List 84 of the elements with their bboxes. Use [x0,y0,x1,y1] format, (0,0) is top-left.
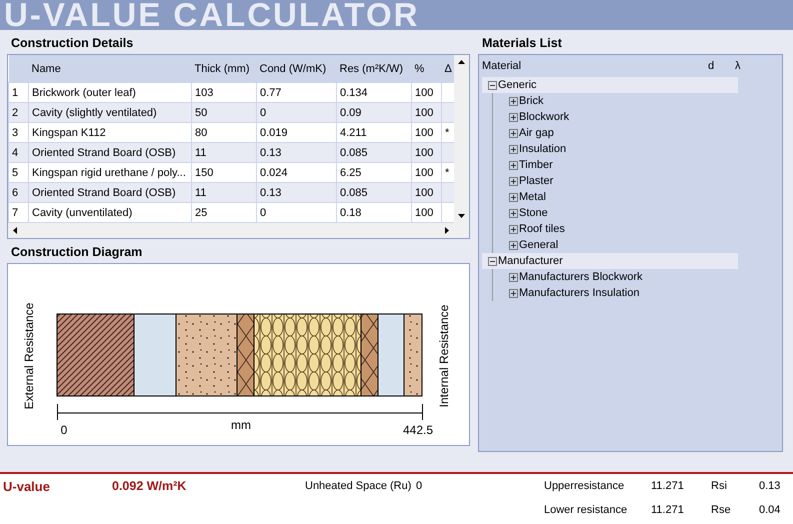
unheated-value: 0 [416,480,424,492]
section-heading: Materials List [481,35,563,52]
expand-icon[interactable] [509,96,518,106]
u-value-result: 0.092 W/m²K [112,479,188,493]
column-header[interactable]: Name [28,55,192,82]
surface-label: Rse [711,504,732,516]
expand-icon[interactable] [509,112,518,122]
tree-item[interactable]: Air gap [518,127,554,139]
expand-icon[interactable] [509,288,518,298]
column-header[interactable]: λ [732,60,782,72]
surface-label: Rsi [711,480,728,492]
arrow-right-icon[interactable] [443,227,450,234]
tree-item[interactable]: Manufacturers Blockwork [518,271,642,283]
app-title: U-VALUE CALCULATOR [3,0,420,30]
surface-value: 0.13 [759,480,780,492]
column-header[interactable]: Res (m²K/W) [336,55,412,82]
column-header[interactable]: d [705,60,732,72]
table-cell: 100 [412,142,442,162]
section-heading: Construction Details [10,35,134,52]
axis-unit: mm [231,418,251,432]
row-number: 2 [8,102,28,122]
surface-value: 0.04 [759,504,780,516]
tree-item[interactable]: Plaster [518,175,554,187]
axis-label: 442.5 [402,423,434,437]
row-number: 6 [8,182,28,202]
column-header[interactable]: Thick (mm) [192,55,256,82]
table-cell: 0.085 [336,182,412,202]
tree-item[interactable]: Roof tiles [518,223,565,235]
section-heading: Construction Diagram [10,244,144,261]
expand-icon[interactable] [509,208,518,218]
tree-item[interactable]: Insulation [518,143,566,155]
resistance-label: Lower resistance [544,504,628,516]
column-header[interactable]: Material [479,60,705,72]
tree-item[interactable]: Timber [518,159,553,171]
expand-icon[interactable] [509,272,518,282]
side-label: External Resistance [22,302,36,410]
table-cell: Cavity (slightly ventilated) [28,102,192,122]
expand-icon[interactable] [509,224,518,234]
expand-icon[interactable] [509,240,518,250]
tree-item[interactable]: Metal [518,191,546,203]
tree-item[interactable]: General [518,239,558,251]
table-cell: 11 [192,182,256,202]
arrow-left-icon[interactable] [12,227,19,234]
row-number: 4 [8,142,28,162]
expand-icon[interactable] [509,128,518,138]
table-cell: Oriented Strand Board (OSB) [28,182,192,202]
column-header[interactable]: Cond (W/mK) [256,55,336,82]
unheated-label: Unheated Space (Ru) [305,480,412,492]
table-cell: Brickwork (outer leaf) [28,82,192,102]
resistance-label: Upperresistance [544,480,626,492]
table-cell: Oriented Strand Board (OSB) [28,142,192,162]
tree-item[interactable]: Manufacturers Insulation [518,287,640,299]
u-value-label: U-value [2,478,51,494]
resistance-value: 11.271 [651,480,685,492]
tree-item[interactable]: Stone [518,207,548,219]
table-cell: 50 [192,102,256,122]
table-cell: 0.085 [336,142,412,162]
side-label: Internal Resistance [437,304,451,408]
table-cell: 0.09 [336,102,412,122]
table-cell: 11 [192,142,256,162]
table-cell: 0.13 [256,142,336,162]
expand-icon[interactable] [509,144,518,154]
tree-item[interactable]: Blockwork [518,111,570,123]
table-cell: 0.13 [256,182,336,202]
tree-item[interactable]: Generic [497,79,537,91]
expand-icon[interactable] [509,160,518,170]
collapse-icon[interactable] [488,80,497,90]
tree-item[interactable]: Brick [518,95,544,107]
collapse-icon[interactable] [488,256,497,266]
expand-icon[interactable] [509,192,518,202]
vertical-scrollbar[interactable] [454,55,469,223]
table-cell: 100 [412,102,442,122]
row-number: 1 [8,82,28,102]
table-cell: 0.77 [256,82,336,102]
tree-item[interactable]: Manufacturer [497,255,563,267]
expand-icon[interactable] [509,176,518,186]
table-cell: 100 [412,182,442,202]
arrow-up-icon[interactable] [458,59,465,66]
arrow-down-icon[interactable] [458,212,465,219]
table-cell: 0 [256,102,336,122]
resistance-value: 11.271 [651,504,685,516]
horizontal-scrollbar[interactable] [8,223,454,238]
column-header[interactable]: % [412,55,442,82]
axis-label: 0 [60,423,68,437]
